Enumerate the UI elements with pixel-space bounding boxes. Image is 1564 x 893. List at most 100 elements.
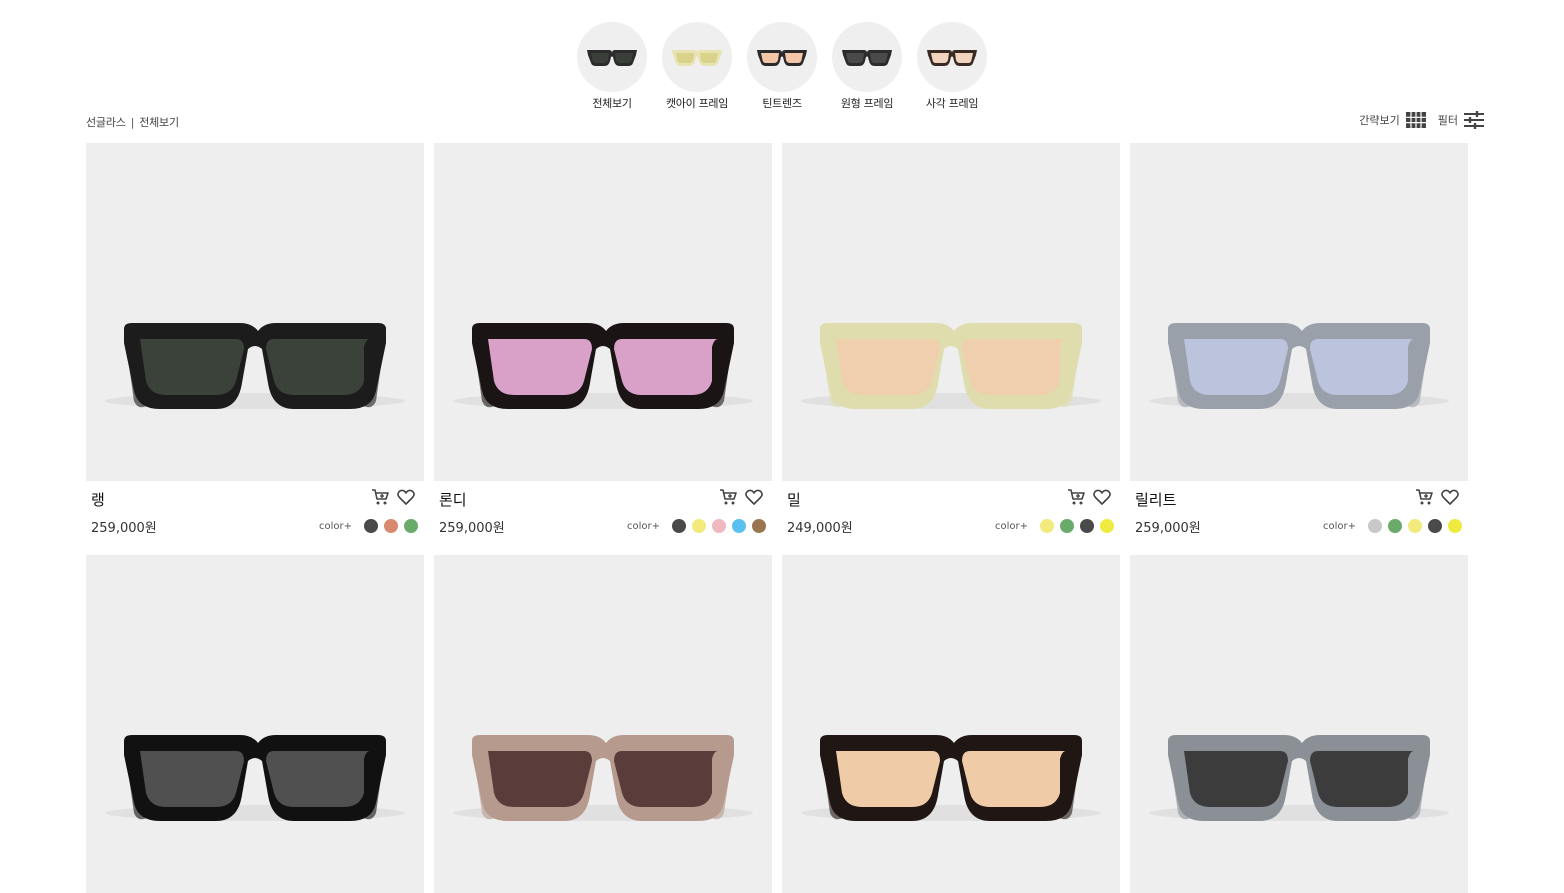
- cart-icon[interactable]: [1414, 487, 1434, 507]
- color-swatches: color+: [1323, 519, 1462, 533]
- product-image[interactable]: [1130, 555, 1468, 893]
- simple-view-button[interactable]: 간략보기: [1359, 112, 1426, 128]
- category-4[interactable]: 사각 프레임: [917, 22, 987, 111]
- color-swatch[interactable]: [672, 519, 686, 533]
- product-card: 밀 249,000원 color+: [782, 143, 1120, 555]
- product-card: [782, 555, 1120, 893]
- product-image[interactable]: [434, 143, 772, 481]
- product-actions: [1060, 487, 1112, 507]
- category-thumb: [662, 22, 732, 92]
- category-thumb: [747, 22, 817, 92]
- filter-label: 필터: [1437, 114, 1458, 127]
- breadcrumb: 선글라스 | 전체보기: [86, 114, 179, 130]
- color-swatch[interactable]: [404, 519, 418, 533]
- color-swatch[interactable]: [732, 519, 746, 533]
- product-card: [86, 555, 424, 893]
- breadcrumb-current: 전체보기: [139, 116, 179, 129]
- product-card: [1130, 555, 1468, 893]
- sunglasses-image: [453, 735, 753, 821]
- color-swatch[interactable]: [1040, 519, 1054, 533]
- product-actions: [1408, 487, 1460, 507]
- cart-icon[interactable]: [370, 487, 390, 507]
- color-swatch[interactable]: [364, 519, 378, 533]
- sunglasses-cateye-icon: [672, 50, 722, 66]
- product-image[interactable]: [86, 143, 424, 481]
- sliders-icon: [1464, 111, 1484, 129]
- color-swatch[interactable]: [1408, 519, 1422, 533]
- category-1[interactable]: 캣아이 프레임: [662, 22, 732, 111]
- sunglasses-image: [1149, 323, 1449, 409]
- simple-view-label: 간략보기: [1359, 114, 1400, 127]
- sunglasses-image: [801, 735, 1101, 821]
- product-image[interactable]: [782, 143, 1120, 481]
- filter-button[interactable]: 필터: [1438, 111, 1484, 129]
- color-swatches: color+: [627, 519, 766, 533]
- product-card: 론디 259,000원 color+: [434, 143, 772, 555]
- product-name[interactable]: 릴리트: [1135, 489, 1176, 510]
- product-name[interactable]: 랭: [91, 489, 105, 510]
- product-actions: [364, 487, 416, 507]
- cart-icon[interactable]: [1066, 487, 1086, 507]
- category-label: 캣아이 프레임: [665, 97, 729, 110]
- product-image[interactable]: [1130, 143, 1468, 481]
- sunglasses-image: [105, 323, 405, 409]
- category-3[interactable]: 원형 프레임: [832, 22, 902, 111]
- breadcrumb-separator: |: [130, 116, 135, 129]
- sunglasses-image: [1149, 735, 1449, 821]
- product-image[interactable]: [86, 555, 424, 893]
- sunglasses-image: [801, 323, 1101, 409]
- category-thumb: [577, 22, 647, 92]
- color-plus-label: color+: [626, 520, 660, 532]
- category-label: 틴트렌즈: [762, 97, 802, 110]
- color-swatches: color+: [319, 519, 418, 533]
- product-name[interactable]: 론디: [439, 489, 467, 510]
- sunglasses-image: [453, 323, 753, 409]
- product-name[interactable]: 밀: [787, 489, 801, 510]
- breadcrumb-category[interactable]: 선글라스: [86, 116, 126, 129]
- sunglasses-square-icon: [927, 50, 977, 66]
- product-price: 259,000원: [1135, 521, 1201, 536]
- heart-icon[interactable]: [396, 487, 416, 507]
- sunglasses-image: [105, 735, 405, 821]
- color-swatch[interactable]: [384, 519, 398, 533]
- heart-icon[interactable]: [744, 487, 764, 507]
- product-image[interactable]: [782, 555, 1120, 893]
- category-2[interactable]: 틴트렌즈: [747, 22, 817, 111]
- product-actions: [712, 487, 764, 507]
- product-price: 259,000원: [91, 521, 157, 536]
- category-label: 원형 프레임: [840, 97, 894, 110]
- category-label: 사각 프레임: [925, 97, 979, 110]
- color-swatch[interactable]: [1428, 519, 1442, 533]
- product-info: 밀 249,000원 color+: [782, 481, 1120, 555]
- product-info: 론디 259,000원 color+: [434, 481, 772, 555]
- product-card: [434, 555, 772, 893]
- color-swatch[interactable]: [1100, 519, 1114, 533]
- sunglasses-black-icon: [587, 50, 637, 66]
- color-swatch[interactable]: [692, 519, 706, 533]
- product-price: 249,000원: [787, 521, 853, 536]
- heart-icon[interactable]: [1440, 487, 1460, 507]
- color-swatch[interactable]: [752, 519, 766, 533]
- category-thumb: [832, 22, 902, 92]
- product-grid: 랭 259,000원 color+ 론디 259,000원 color+ 밀 249,000원…: [86, 143, 1468, 893]
- product-card: 릴리트 259,000원 color+: [1130, 143, 1468, 555]
- color-swatch[interactable]: [1060, 519, 1074, 533]
- category-thumb: [917, 22, 987, 92]
- color-swatch[interactable]: [1448, 519, 1462, 533]
- product-info: 릴리트 259,000원 color+: [1130, 481, 1468, 555]
- category-0[interactable]: 전체보기: [577, 22, 647, 111]
- heart-icon[interactable]: [1092, 487, 1112, 507]
- product-price: 259,000원: [439, 521, 505, 536]
- color-plus-label: color+: [994, 520, 1028, 532]
- color-swatch[interactable]: [1080, 519, 1094, 533]
- color-swatch[interactable]: [712, 519, 726, 533]
- sunglasses-tint-icon: [757, 50, 807, 66]
- color-swatch[interactable]: [1388, 519, 1402, 533]
- product-image[interactable]: [434, 555, 772, 893]
- product-info: 랭 259,000원 color+: [86, 481, 424, 555]
- color-swatch[interactable]: [1368, 519, 1382, 533]
- view-tools: 간략보기 필터: [1359, 111, 1484, 129]
- color-plus-label: color+: [1322, 520, 1356, 532]
- cart-icon[interactable]: [718, 487, 738, 507]
- product-card: 랭 259,000원 color+: [86, 143, 424, 555]
